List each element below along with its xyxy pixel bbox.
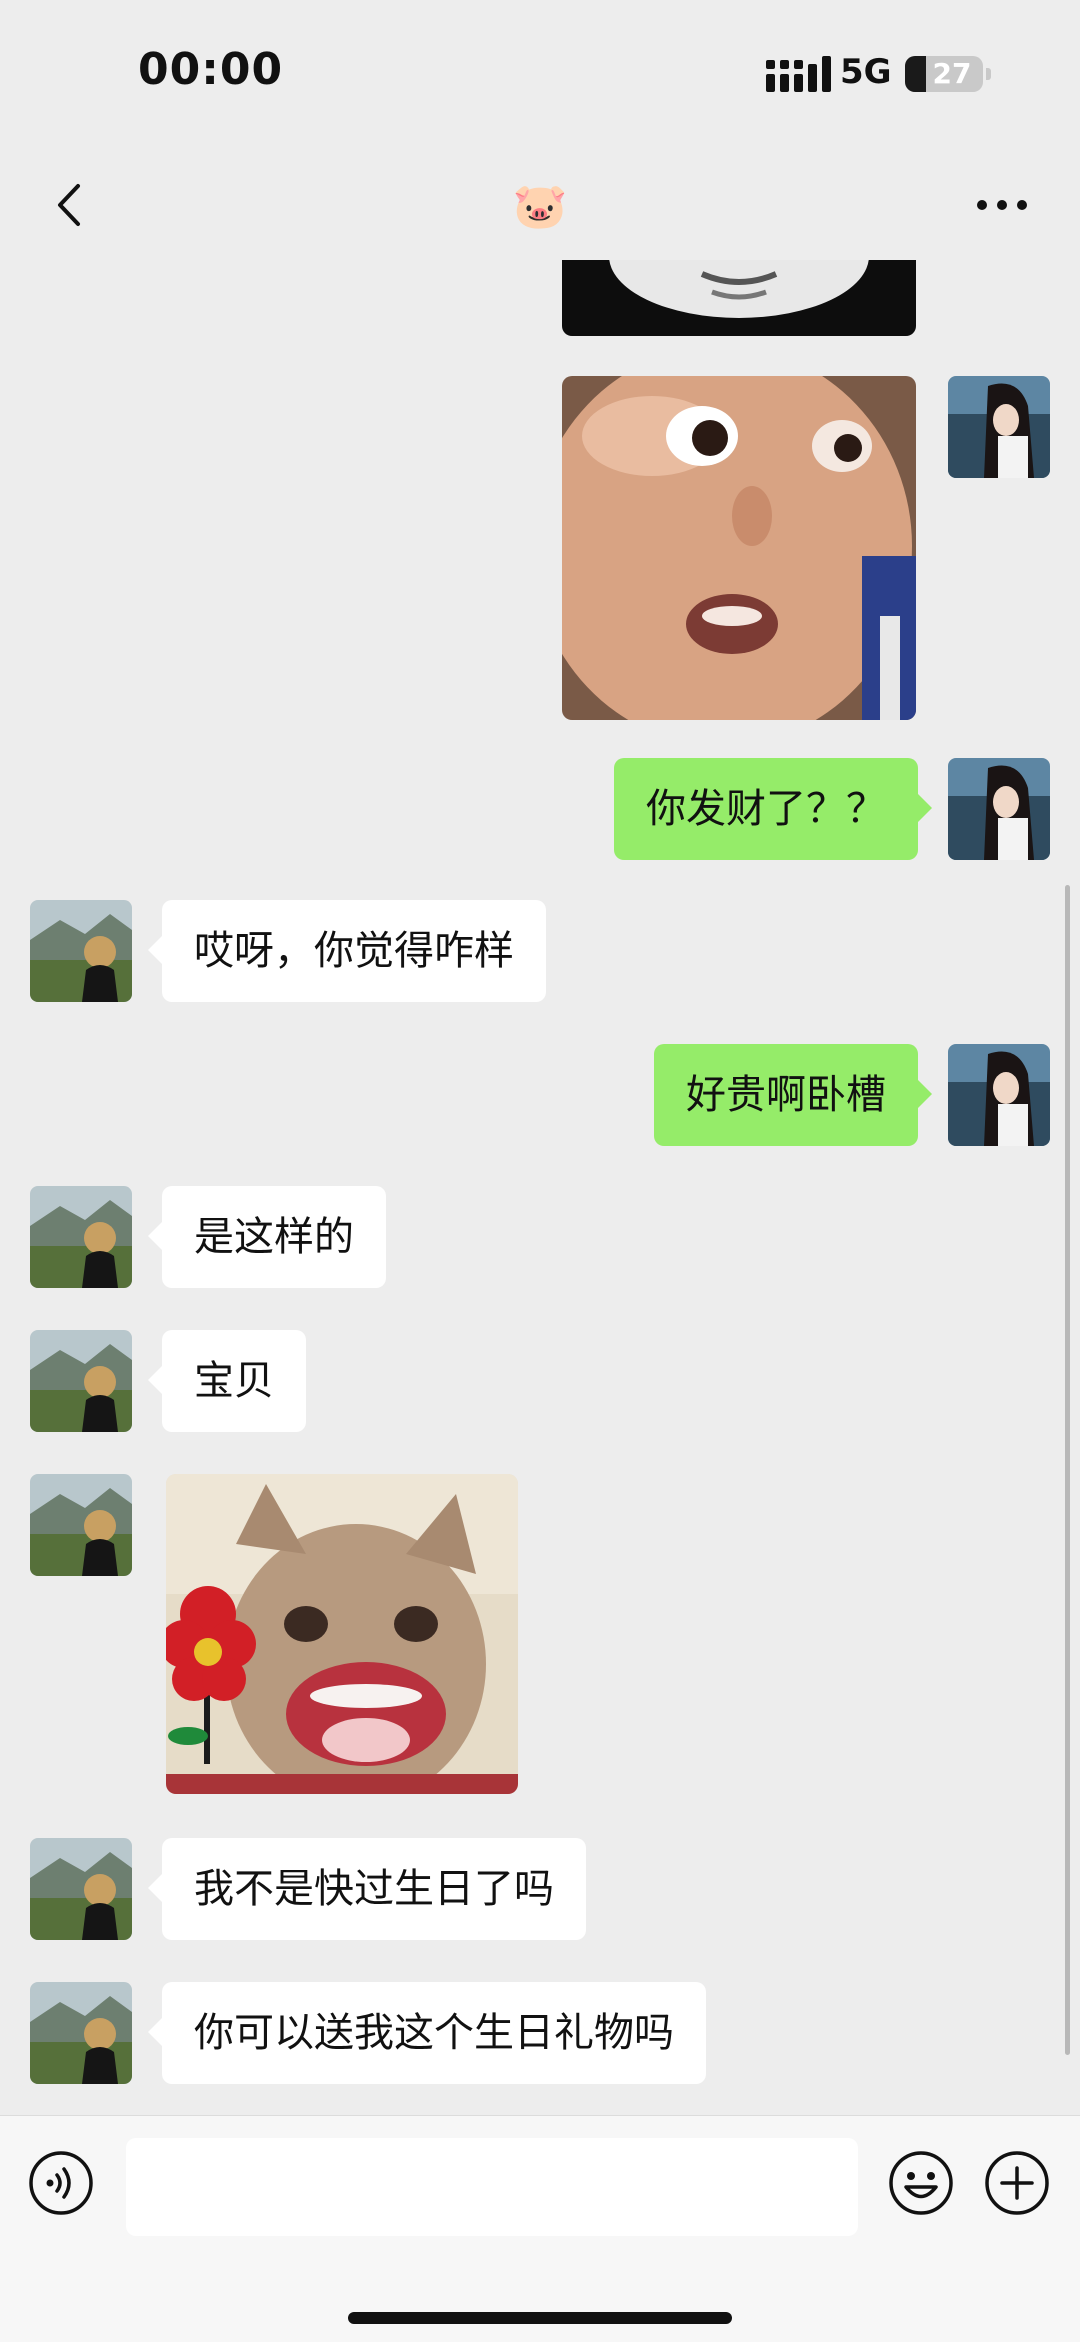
more-dots-icon[interactable] — [972, 180, 1032, 230]
contact-avatar[interactable] — [30, 1474, 132, 1576]
message-bubble[interactable]: 宝贝 — [148, 1330, 306, 1432]
my-avatar[interactable] — [948, 1044, 1050, 1146]
child-face-image — [562, 376, 916, 720]
home-indicator — [348, 2312, 732, 2324]
message-list[interactable]: 你发财了？？ 哎呀，你觉得咋样 好贵啊卧槽 是这样的 宝贝 我不是快过生日了吗 … — [0, 260, 1080, 2115]
avatar-image — [30, 900, 132, 1002]
image-message[interactable] — [166, 1474, 518, 1794]
image-message[interactable] — [562, 260, 916, 336]
battery-tip — [986, 68, 991, 80]
chat-scrollbar[interactable] — [1065, 885, 1070, 2055]
status-bar: 00:00 5G 27 — [0, 0, 1080, 150]
input-bar — [0, 2115, 1080, 2342]
panda-meme-image — [562, 260, 916, 336]
message-bubble[interactable]: 好贵啊卧槽 — [654, 1044, 932, 1146]
avatar-image — [30, 1186, 132, 1288]
status-time: 00:00 — [138, 44, 284, 95]
emoji-icon[interactable] — [888, 2150, 954, 2216]
avatar-image — [30, 1982, 132, 2084]
avatar-image — [948, 1044, 1050, 1146]
back-arrow-icon[interactable] — [44, 178, 98, 232]
message-bubble[interactable]: 你可以送我这个生日礼物吗 — [148, 1982, 706, 2084]
plus-icon[interactable] — [984, 2150, 1050, 2216]
contact-avatar[interactable] — [30, 1982, 132, 2084]
avatar-image — [948, 376, 1050, 478]
battery-percent: 27 — [932, 57, 972, 90]
voice-icon[interactable] — [28, 2150, 94, 2216]
chat-header: 🐷 — [0, 150, 1080, 260]
message-bubble[interactable]: 是这样的 — [148, 1186, 386, 1288]
message-input[interactable] — [126, 2138, 858, 2236]
avatar-image — [30, 1330, 132, 1432]
image-message[interactable] — [562, 376, 916, 720]
message-bubble[interactable]: 哎呀，你觉得咋样 — [148, 900, 546, 1002]
avatar-image — [30, 1474, 132, 1576]
contact-avatar[interactable] — [30, 900, 132, 1002]
cat-flower-meme-image — [166, 1474, 518, 1794]
my-avatar[interactable] — [948, 758, 1050, 860]
network-type: 5G — [840, 52, 892, 92]
my-avatar[interactable] — [948, 376, 1050, 478]
message-bubble[interactable]: 我不是快过生日了吗 — [148, 1838, 586, 1940]
contact-avatar[interactable] — [30, 1838, 132, 1940]
avatar-image — [948, 758, 1050, 860]
contact-avatar[interactable] — [30, 1186, 132, 1288]
contact-avatar[interactable] — [30, 1330, 132, 1432]
battery-icon: 27 — [905, 56, 983, 92]
message-bubble[interactable]: 你发财了？？ — [614, 758, 932, 860]
signal-icon — [766, 56, 831, 92]
chat-title: 🐷 — [512, 181, 568, 232]
avatar-image — [30, 1838, 132, 1940]
